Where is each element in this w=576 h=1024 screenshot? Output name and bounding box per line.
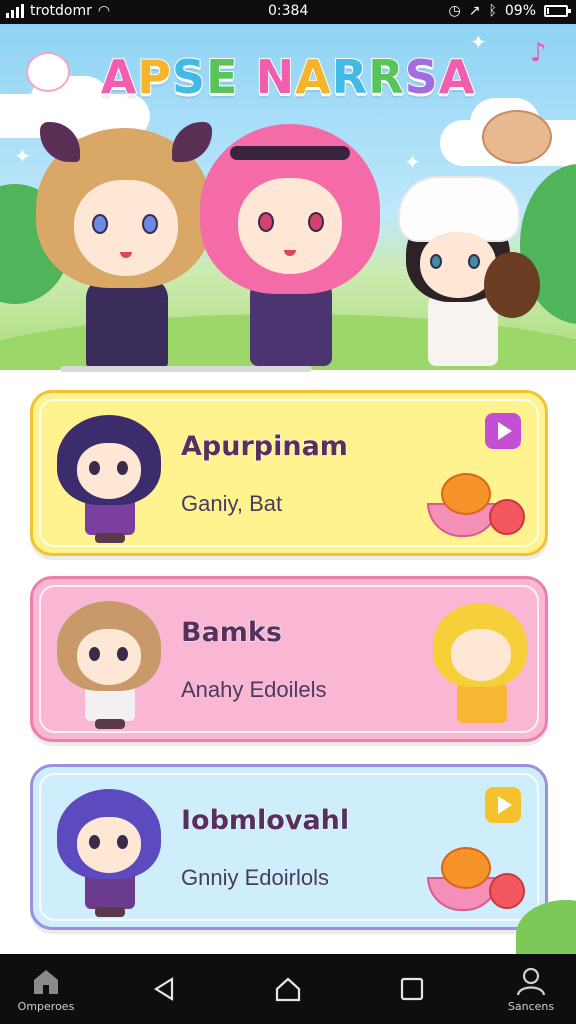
orange-fruit (441, 473, 491, 515)
nav-profile[interactable]: Sancens (494, 954, 568, 1024)
character-pink (200, 116, 380, 366)
food-bowl-icon (423, 469, 529, 543)
play-triangle (498, 422, 512, 440)
avatar-eye (117, 461, 128, 475)
character-eye (430, 254, 442, 269)
title-letter: N (255, 49, 296, 105)
wifi-icon: ◠ (97, 3, 111, 19)
character-face (238, 178, 342, 274)
location-icon: ↗ (468, 3, 481, 19)
play-icon[interactable] (485, 787, 521, 823)
character-chef (398, 176, 540, 366)
nav-overview-home[interactable] (264, 954, 312, 1024)
sun-mascot (26, 52, 70, 92)
title-letter: E (205, 49, 239, 105)
carrier-name: trotdomr (30, 3, 92, 19)
title-letter: R (331, 49, 369, 105)
battery-icon (544, 5, 571, 17)
sparkle-icon: ✦ (470, 30, 487, 54)
app-screen: trotdomr ◠ 0:384 ◷ ↗ ᛒ 09% APSE NARRSA ✦… (0, 0, 576, 1024)
avatar-face (77, 817, 141, 873)
status-left: trotdomr ◠ (6, 3, 110, 19)
title-letter (239, 50, 256, 104)
card-avatar (51, 785, 167, 917)
character-card[interactable]: Iobmlovahl Gnniy Edoirlols (30, 764, 548, 930)
status-time: 0:384 (268, 3, 309, 19)
card-subtitle: Gnniy Edoirlols (181, 865, 329, 890)
battery-percent: 09% (504, 3, 536, 19)
avatar-legs (95, 907, 125, 917)
nav-back[interactable] (140, 954, 188, 1024)
home-icon (34, 969, 58, 994)
title-letter: P (136, 49, 173, 105)
card-subtitle: Ganiy, Bat (181, 491, 283, 516)
alarm-icon: ◷ (448, 3, 461, 19)
title-letter: A (438, 49, 476, 105)
character-eye (308, 212, 324, 232)
orange-fruit (441, 847, 491, 889)
sparkle-icon: ✦ (404, 150, 421, 174)
food-bowl-icon (423, 843, 529, 917)
character-face (74, 180, 178, 276)
avatar-eye (117, 835, 128, 849)
play-triangle (498, 796, 512, 814)
character-eye (258, 212, 274, 232)
cat-mascot (482, 110, 552, 164)
avatar-face (77, 629, 141, 685)
card-title: Apurpinam (181, 431, 349, 463)
title-letter: S (171, 49, 207, 105)
back-triangle-icon (153, 977, 174, 1001)
bottom-nav: Omperoes Sancens (0, 954, 576, 1024)
headband (230, 146, 350, 160)
avatar-eye (117, 647, 128, 661)
sparkle-icon: ✦ (14, 144, 31, 168)
title-letter: A (100, 49, 138, 105)
character-outfit (86, 278, 168, 370)
avatar-eye (89, 647, 100, 661)
nav-home[interactable]: Omperoes (10, 954, 82, 1024)
card-title: Iobmlovahl (180, 805, 350, 837)
card-avatar (51, 597, 167, 729)
cat-ear (40, 122, 80, 162)
status-right: ◷ ↗ ᛒ 09% (448, 3, 571, 19)
character-eye (468, 254, 480, 269)
avatar-eye (89, 461, 100, 475)
character-blonde (36, 122, 212, 370)
title-letter: A (294, 49, 332, 105)
title-letter: S (404, 49, 439, 105)
home-circle-icon (275, 977, 301, 1002)
title-letter: R (367, 49, 405, 105)
status-bar: trotdomr ◠ 0:384 ◷ ↗ ᛒ 09% (0, 0, 576, 24)
friend-face (451, 629, 511, 681)
battery-fill (547, 8, 549, 14)
nav-profile-label: Sancens (507, 999, 555, 1013)
avatar-eye (89, 835, 100, 849)
character-eye (142, 214, 158, 234)
play-icon[interactable] (485, 413, 521, 449)
avatar-legs (95, 533, 125, 543)
card-subtitle: Anahy Edoilels (181, 677, 327, 702)
scroll-indicator[interactable] (60, 366, 312, 372)
card-title: Bamks (181, 617, 283, 649)
app-title: APSE NARRSA (0, 49, 576, 105)
card-avatar (51, 411, 167, 543)
hero-banner: APSE NARRSA ✦ ✦ ✦ ♪ (0, 24, 576, 370)
recents-square-icon (400, 977, 424, 1001)
friend-character (433, 599, 529, 731)
music-note-icon: ♪ (530, 38, 547, 68)
character-card[interactable]: Bamks Anahy Edoilels (30, 576, 548, 742)
person-icon (516, 967, 546, 995)
bear-plush (484, 252, 540, 318)
apple-fruit (489, 873, 525, 909)
apple-fruit (489, 499, 525, 535)
character-eye (92, 214, 108, 234)
character-card[interactable]: Apurpinam Ganiy, Bat (30, 390, 548, 556)
bluetooth-icon: ᛒ (488, 3, 497, 19)
nav-home-label: Omperoes (17, 999, 75, 1013)
avatar-face (77, 443, 141, 499)
nav-recents[interactable] (388, 954, 436, 1024)
signal-icon (6, 4, 24, 18)
avatar-legs (95, 719, 125, 729)
